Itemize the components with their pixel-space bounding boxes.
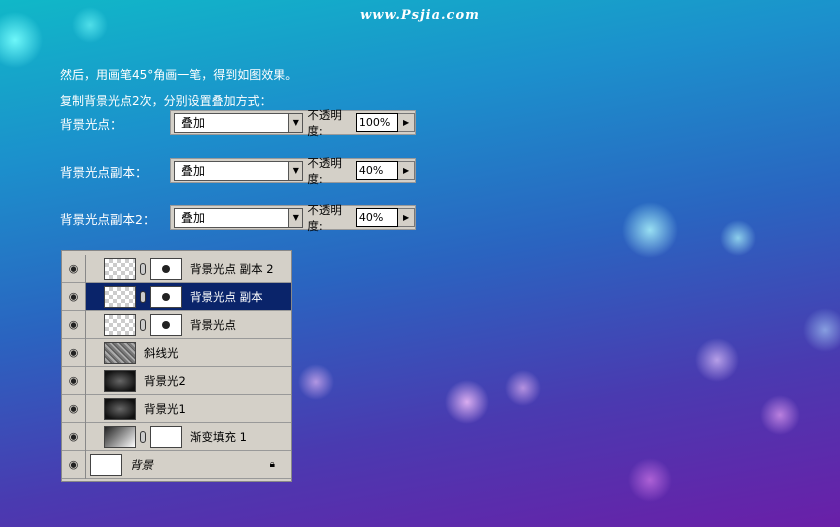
layer-thumbnail xyxy=(104,397,136,420)
layer-options-bar: 叠加 ▼ 不透明度: 100% ▶ xyxy=(170,108,416,138)
layer-options-bar: 叠加 ▼ 不透明度: 40% ▶ xyxy=(170,203,416,233)
opacity-label: 不透明度: xyxy=(307,202,342,233)
layer-name: 渐变填充 1 xyxy=(190,429,247,444)
opacity-label: 不透明度: xyxy=(307,107,342,138)
instruction-2: 复制背景光点2次，分别设置叠加方式： xyxy=(60,94,272,108)
layer-name: 背景光点 副本 xyxy=(190,289,263,304)
blend-mode-select[interactable]: 叠加 xyxy=(174,112,289,133)
eye-icon[interactable]: ◉ xyxy=(62,422,86,451)
eye-icon[interactable]: ◉ xyxy=(62,282,86,311)
layer-thumbnail xyxy=(104,425,136,448)
eye-icon[interactable]: ◉ xyxy=(62,338,86,367)
setting-label: 背景光点副本： xyxy=(60,165,148,180)
layer-row[interactable]: ◉ 背景光1 xyxy=(62,394,291,423)
opacity-input[interactable]: 40% xyxy=(355,161,399,180)
link-icon[interactable] xyxy=(140,318,146,331)
lock-icon: 🔒︎ xyxy=(269,459,275,470)
layer-name: 背景光2 xyxy=(144,373,186,388)
eye-icon[interactable]: ◉ xyxy=(62,254,86,283)
layer-thumbnail xyxy=(104,313,136,336)
chevron-down-icon[interactable]: ▼ xyxy=(288,160,304,181)
layer-mask-thumbnail[interactable] xyxy=(150,425,182,448)
layer-row[interactable]: ◉ 渐变填充 1 xyxy=(62,422,291,451)
layer-thumbnail xyxy=(104,285,136,308)
blend-mode-select[interactable]: 叠加 xyxy=(174,160,289,181)
blend-mode-select[interactable]: 叠加 xyxy=(174,207,289,228)
setting-label: 背景光点副本2： xyxy=(60,212,156,227)
opacity-slider-arrow-icon[interactable]: ▶ xyxy=(398,208,415,227)
layer-row[interactable]: ◉ 背景光2 xyxy=(62,366,291,395)
opacity-slider-arrow-icon[interactable]: ▶ xyxy=(398,113,415,132)
layer-options-bar: 叠加 ▼ 不透明度: 40% ▶ xyxy=(170,156,416,186)
layer-row[interactable]: ◉ 背景光点 副本 2 xyxy=(62,254,291,283)
layer-name: 背景光点 xyxy=(190,317,236,332)
chevron-down-icon[interactable]: ▼ xyxy=(288,112,304,133)
link-icon[interactable] xyxy=(140,430,146,443)
layer-name: 斜线光 xyxy=(144,345,179,360)
opacity-input[interactable]: 100% xyxy=(355,113,399,132)
layer-mask-thumbnail[interactable] xyxy=(150,313,182,336)
layer-name: 背景 xyxy=(130,457,153,472)
site-watermark: www.Psjia.com xyxy=(360,8,480,23)
link-icon[interactable] xyxy=(140,290,146,303)
eye-icon[interactable]: ◉ xyxy=(62,366,86,395)
layer-name: 背景光1 xyxy=(144,401,186,416)
opacity-slider-arrow-icon[interactable]: ▶ xyxy=(398,161,415,180)
layer-thumbnail xyxy=(104,341,136,364)
eye-icon[interactable]: ◉ xyxy=(62,310,86,339)
layer-thumbnail xyxy=(104,257,136,280)
layer-thumbnail xyxy=(90,453,122,476)
layer-row[interactable]: ◉ 斜线光 xyxy=(62,338,291,367)
link-icon[interactable] xyxy=(140,262,146,275)
opacity-input[interactable]: 40% xyxy=(355,208,399,227)
opacity-label: 不透明度: xyxy=(307,155,342,186)
chevron-down-icon[interactable]: ▼ xyxy=(288,207,304,228)
eye-icon[interactable]: ◉ xyxy=(62,450,86,479)
layer-mask-thumbnail[interactable] xyxy=(150,285,182,308)
layer-mask-thumbnail[interactable] xyxy=(150,257,182,280)
layers-panel: ◉ 背景光点 副本 2 ◉ 背景光点 副本 ◉ 背景光点 ◉ 斜线光 ◉ 背景光… xyxy=(61,250,292,482)
layer-row[interactable]: ◉ 背景光点 xyxy=(62,310,291,339)
layer-thumbnail xyxy=(104,369,136,392)
setting-label: 背景光点： xyxy=(60,117,123,132)
layer-row[interactable]: ◉ 背景光点 副本 xyxy=(62,282,291,311)
eye-icon[interactable]: ◉ xyxy=(62,394,86,423)
layer-name: 背景光点 副本 2 xyxy=(190,261,274,276)
instruction-1: 然后，用画笔45°角画一笔，得到如图效果。 xyxy=(60,68,298,82)
layer-row[interactable]: ◉ 背景 🔒︎ xyxy=(62,450,291,479)
